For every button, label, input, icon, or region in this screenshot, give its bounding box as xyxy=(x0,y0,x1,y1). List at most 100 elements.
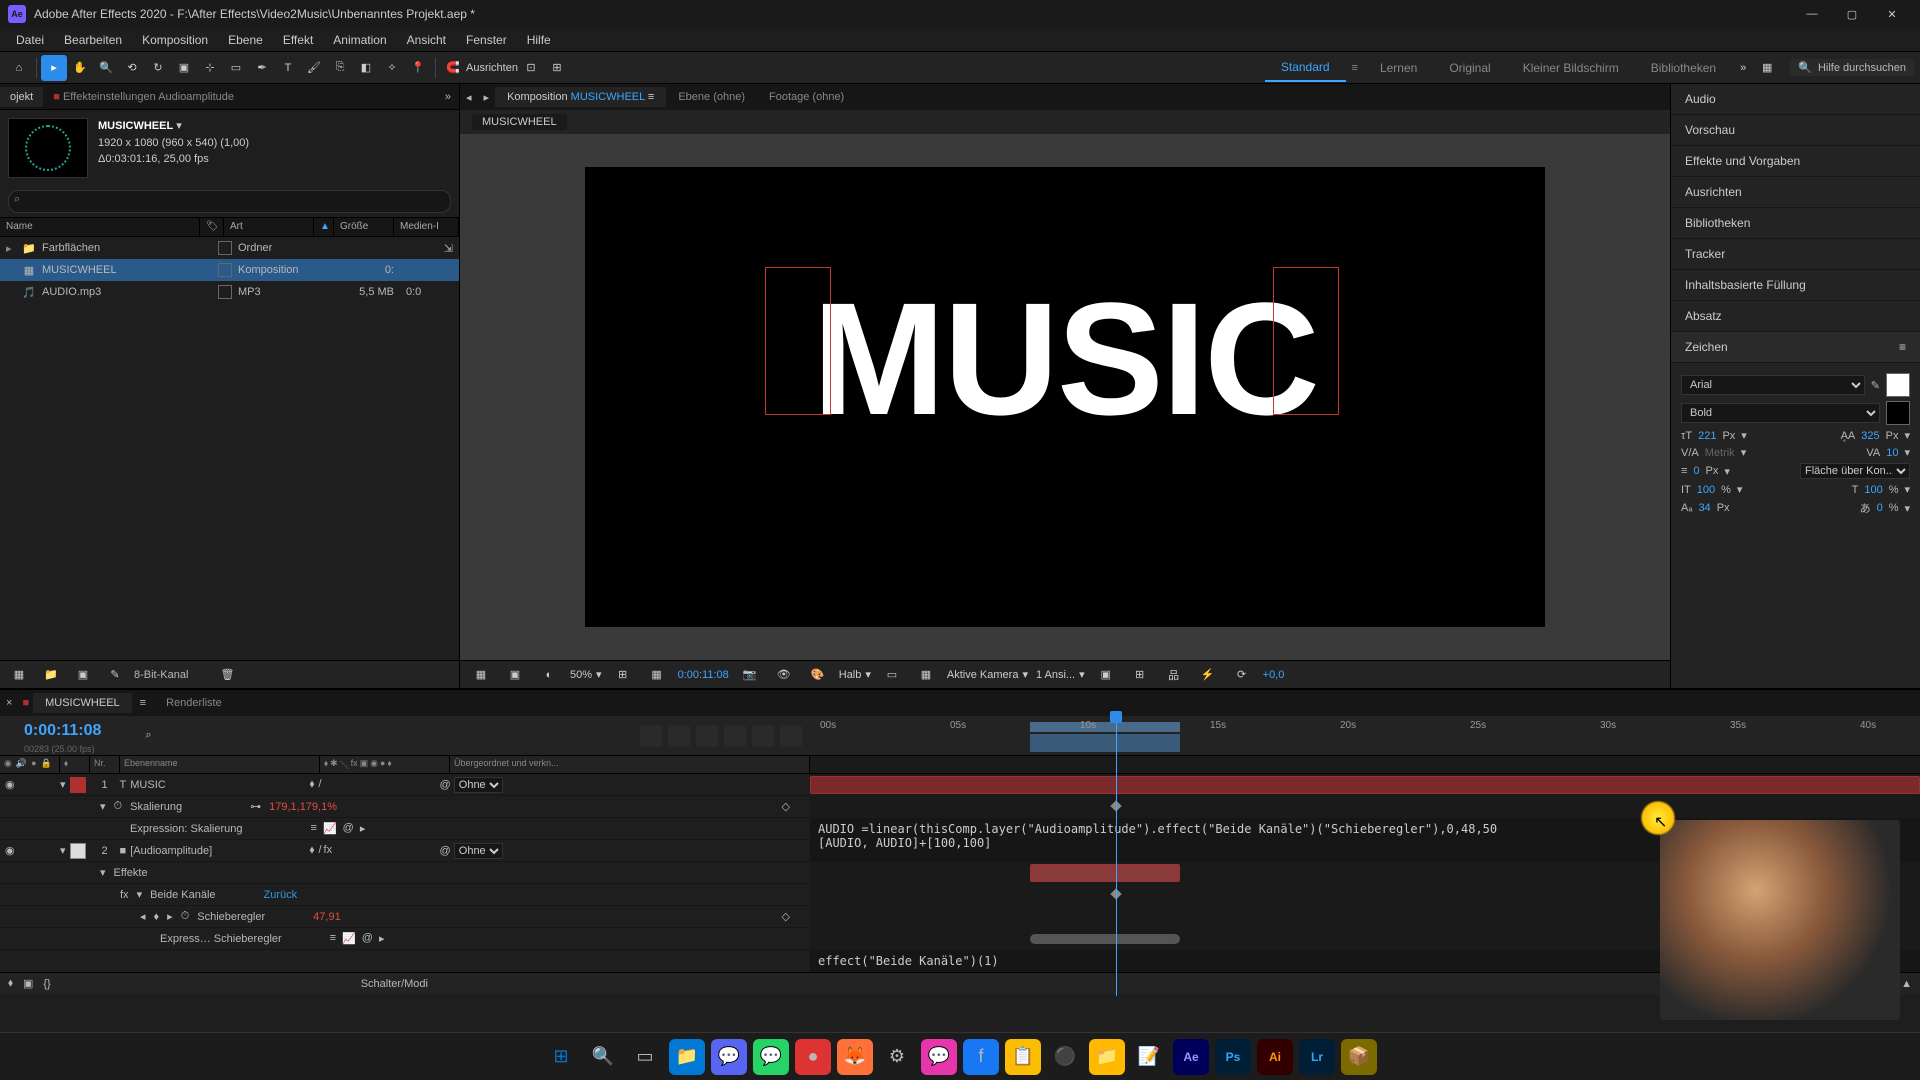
current-time[interactable]: 0:00:11:08 xyxy=(678,669,729,681)
tab-footage[interactable]: Footage (ohne) xyxy=(757,87,856,107)
col-type[interactable]: Art xyxy=(224,218,314,236)
breadcrumb[interactable]: MUSICWHEEL xyxy=(472,114,567,130)
comp-nav-icon[interactable]: ◂ xyxy=(460,91,478,104)
panel-tracker[interactable]: Tracker xyxy=(1671,239,1920,270)
comp-flow-icon[interactable]: ▸ xyxy=(478,91,496,104)
menu-ansicht[interactable]: Ansicht xyxy=(397,30,456,50)
font-family-dropdown[interactable]: Arial xyxy=(1681,375,1865,395)
anchor-tool[interactable]: ⊹ xyxy=(197,55,223,81)
grid-icon[interactable]: ⊞ xyxy=(610,662,636,688)
asset-comp[interactable]: ▦ MUSICWHEEL Komposition 0: xyxy=(0,259,459,281)
discord-icon[interactable]: 💬 xyxy=(711,1039,747,1075)
panel-zeichen[interactable]: Zeichen≡ xyxy=(1671,332,1920,363)
expr-schiebe-row[interactable]: Express… Schieberegler ≡ 📈 @ ▸ xyxy=(0,928,810,950)
app-icon-2[interactable]: ⚙ xyxy=(879,1039,915,1075)
timeline-search-icon[interactable]: ⌕ xyxy=(145,729,151,742)
notepad-icon[interactable]: 📝 xyxy=(1131,1039,1167,1075)
adjust-icon[interactable]: ✎ xyxy=(102,662,128,688)
app-icon-3[interactable]: 📋 xyxy=(1005,1039,1041,1075)
tl-footer-icon3[interactable]: {} xyxy=(43,978,50,990)
comp-dropdown-icon[interactable]: ▾ xyxy=(176,120,182,132)
workspace-standard[interactable]: Standard xyxy=(1265,54,1346,82)
panel-ausrichten[interactable]: Ausrichten xyxy=(1671,177,1920,208)
shy-col-icon[interactable]: ⬧ xyxy=(64,758,68,768)
stroke-swatch[interactable] xyxy=(1886,401,1910,425)
lr-icon[interactable]: Lr xyxy=(1299,1039,1335,1075)
close-button[interactable]: ✕ xyxy=(1872,0,1912,28)
view2-icon[interactable]: ⊞ xyxy=(1127,662,1153,688)
camera-dropdown[interactable]: Aktive Kamera ▾ xyxy=(947,668,1028,681)
rotate-tool[interactable]: ↻ xyxy=(145,55,171,81)
keyframe-nav-icon[interactable]: ◇ xyxy=(782,910,790,923)
firefox-icon[interactable]: 🦊 xyxy=(837,1039,873,1075)
expr-menu-icon[interactable]: ▸ xyxy=(379,932,385,945)
tracking[interactable]: 10 xyxy=(1886,447,1898,459)
transparency-icon[interactable]: ▦ xyxy=(913,662,939,688)
clone-tool[interactable]: ⎘ xyxy=(327,55,353,81)
mask-icon[interactable]: ◐ xyxy=(536,662,562,688)
hscale[interactable]: 100 xyxy=(1864,484,1882,496)
asset-folder[interactable]: ▸📁 Farbflächen Ordner ⇲ xyxy=(0,237,459,259)
text-handle-right[interactable] xyxy=(1273,267,1339,415)
pickwhip-icon[interactable]: @ xyxy=(440,779,451,791)
col-sort-icon[interactable]: ▲ xyxy=(314,218,334,236)
start-icon[interactable]: ⊞ xyxy=(543,1039,579,1075)
track-audioamplitude[interactable] xyxy=(1030,864,1180,882)
snap-opt2[interactable]: ⊞ xyxy=(544,55,570,81)
ai-icon[interactable]: Ai xyxy=(1257,1039,1293,1075)
trash-icon[interactable]: 🗑 xyxy=(214,662,240,688)
tl-footer-icon2[interactable]: ▣ xyxy=(23,977,33,990)
composition-viewer[interactable]: MUSIC xyxy=(460,134,1670,660)
selection-tool[interactable]: ▸ xyxy=(41,55,67,81)
menu-datei[interactable]: Datei xyxy=(6,30,54,50)
tab-effect-controls[interactable]: ■ Effekteinstellungen Audioamplitude xyxy=(43,87,244,107)
interpret-icon[interactable]: ▦ xyxy=(6,662,32,688)
stroke-width[interactable]: 0 xyxy=(1693,465,1699,477)
asset-audio[interactable]: 🎵 AUDIO.mp3 MP3 5,5 MB 0:0 xyxy=(0,281,459,303)
search-icon[interactable]: 🔍 xyxy=(585,1039,621,1075)
expr-enable-icon[interactable]: ≡ xyxy=(311,822,317,835)
tab-project[interactable]: ojekt xyxy=(0,87,43,107)
fast-preview-icon[interactable]: ⚡ xyxy=(1195,662,1221,688)
refresh-icon[interactable]: ⟳ xyxy=(1229,662,1255,688)
views-dropdown[interactable]: 1 Ansi... ▾ xyxy=(1036,668,1085,681)
skalierung-value[interactable]: 179,1,179,1% xyxy=(269,801,337,813)
text-handle-left[interactable] xyxy=(765,267,831,415)
col-layername[interactable]: Ebenenname xyxy=(120,756,320,773)
eye-icon[interactable]: ◉ xyxy=(4,778,16,791)
zoom-in-icon[interactable]: ▲ xyxy=(1901,978,1912,990)
menu-fenster[interactable]: Fenster xyxy=(456,30,517,50)
playhead[interactable] xyxy=(1116,716,1117,996)
solo-col-icon[interactable]: ● xyxy=(31,758,36,771)
whatsapp-icon[interactable]: 💬 xyxy=(753,1039,789,1075)
alpha-icon[interactable]: ▦ xyxy=(468,662,494,688)
col-nr[interactable]: Nr. xyxy=(90,756,120,773)
workspace-original[interactable]: Original xyxy=(1433,55,1506,81)
exposure-value[interactable]: +0,0 xyxy=(1263,669,1285,681)
snap-opt1[interactable]: ⊡ xyxy=(518,55,544,81)
tab-ebene[interactable]: Ebene (ohne) xyxy=(666,87,757,107)
ae-icon[interactable]: Ae xyxy=(1173,1039,1209,1075)
panel-audio[interactable]: Audio xyxy=(1671,84,1920,115)
zuruck-link[interactable]: Zurück xyxy=(264,889,298,901)
channel-icon[interactable]: ▣ xyxy=(502,662,528,688)
work-area[interactable] xyxy=(1030,722,1180,732)
color-depth[interactable]: 8-Bit-Kanal xyxy=(134,669,188,681)
view3-icon[interactable]: 品 xyxy=(1161,662,1187,688)
menu-effekt[interactable]: Effekt xyxy=(273,30,323,50)
menu-animation[interactable]: Animation xyxy=(323,30,396,50)
explorer-icon[interactable]: 📁 xyxy=(669,1039,705,1075)
minimize-button[interactable]: — xyxy=(1792,0,1832,28)
stopwatch-icon[interactable]: ⏱ xyxy=(181,910,190,923)
snapshot-icon[interactable]: 📷 xyxy=(737,662,763,688)
snap-icon[interactable]: 🧲 xyxy=(440,55,466,81)
expr-enable-icon[interactable]: ≡ xyxy=(330,932,336,945)
prop-schieberegler[interactable]: ◂♦▸ ⏱ Schieberegler 47,91 ◇ xyxy=(0,906,810,928)
panel-absatz[interactable]: Absatz xyxy=(1671,301,1920,332)
prop-skalierung[interactable]: ▾⏱ Skalierung ⊶ 179,1,179,1% ◇ xyxy=(0,796,810,818)
tl-btn3[interactable] xyxy=(696,725,718,747)
zoom-dropdown[interactable]: 50% ▾ xyxy=(570,668,602,681)
panel-menu-icon[interactable]: ≡ xyxy=(1899,340,1906,354)
ps-icon[interactable]: Ps xyxy=(1215,1039,1251,1075)
tl-btn5[interactable] xyxy=(752,725,774,747)
